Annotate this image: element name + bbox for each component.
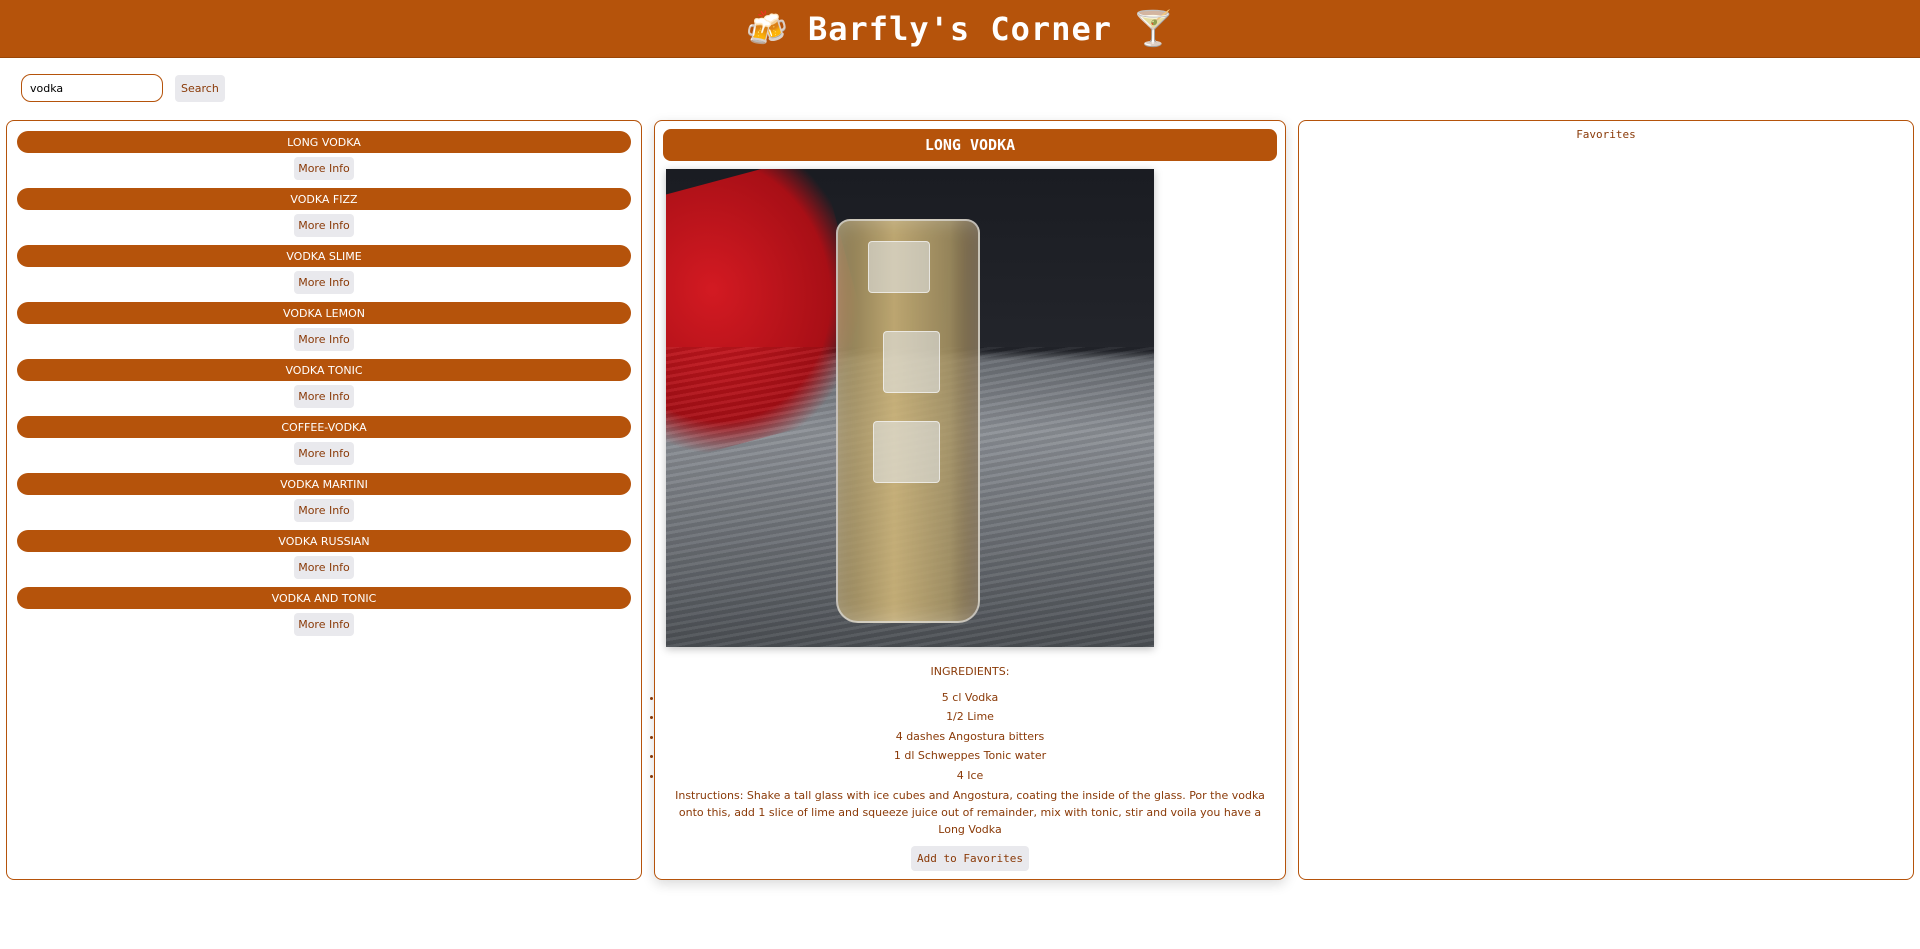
search-input[interactable] [21, 74, 163, 102]
photo-ice-cube [873, 421, 940, 484]
result-item: COFFEE-VODKA More Info [17, 416, 631, 465]
cocktail-glass-icon: 🍸 [1131, 8, 1175, 49]
more-info-button[interactable]: More Info [294, 613, 354, 636]
result-title: COFFEE-VODKA [17, 416, 631, 438]
ingredient-item: 5 cl Vodka [663, 688, 1277, 708]
ingredients-list: 5 cl Vodka 1/2 Lime 4 dashes Angostura b… [663, 688, 1277, 786]
photo-ice-cube [883, 331, 940, 394]
panels: LONG VODKA More Info VODKA FIZZ More Inf… [6, 120, 1914, 880]
instructions-text: Instructions: Shake a tall glass with ic… [675, 789, 1265, 836]
beer-mugs-icon: 🍻 [745, 8, 788, 49]
favorites-panel: Favorites [1298, 120, 1914, 880]
more-info-button[interactable]: More Info [294, 442, 354, 465]
app-title: Barfly's Corner [808, 9, 1112, 48]
more-info-button[interactable]: More Info [294, 328, 354, 351]
more-info-button[interactable]: More Info [294, 385, 354, 408]
result-title: LONG VODKA [17, 131, 631, 153]
ingredient-item: 4 dashes Angostura bitters [663, 727, 1277, 747]
result-title: VODKA AND TONIC [17, 587, 631, 609]
more-info-button[interactable]: More Info [294, 214, 354, 237]
drink-title: LONG VODKA [663, 129, 1277, 162]
result-title: VODKA MARTINI [17, 473, 631, 495]
search-button[interactable]: Search [175, 74, 225, 102]
search-bar: Search [0, 58, 1920, 118]
photo-ice-cube [868, 241, 930, 294]
result-title: VODKA RUSSIAN [17, 530, 631, 552]
favorites-title: Favorites [1576, 128, 1636, 141]
result-item: VODKA RUSSIAN More Info [17, 530, 631, 579]
result-title: VODKA LEMON [17, 302, 631, 324]
result-item: VODKA AND TONIC More Info [17, 587, 631, 636]
ingredient-item: 1/2 Lime [663, 707, 1277, 727]
ingredient-item: 1 dl Schweppes Tonic water [663, 746, 1277, 766]
result-title: VODKA FIZZ [17, 188, 631, 210]
result-item: VODKA LEMON More Info [17, 302, 631, 351]
results-panel: LONG VODKA More Info VODKA FIZZ More Inf… [6, 120, 642, 880]
result-item: VODKA SLIME More Info [17, 245, 631, 294]
result-title: VODKA SLIME [17, 245, 631, 267]
more-info-button[interactable]: More Info [294, 499, 354, 522]
more-info-button[interactable]: More Info [294, 271, 354, 294]
detail-panel: LONG VODKA INGREDIENTS: 5 cl Vodka 1/2 L… [654, 120, 1286, 880]
more-info-button[interactable]: More Info [294, 556, 354, 579]
ingredient-item: 4 Ice [663, 766, 1277, 786]
result-title: VODKA TONIC [17, 359, 631, 381]
drink-photo [666, 169, 1154, 647]
add-to-favorites-button[interactable]: Add to Favorites [911, 846, 1029, 871]
app-header: 🍻 Barfly's Corner 🍸 [0, 0, 1920, 58]
result-item: VODKA FIZZ More Info [17, 188, 631, 237]
result-item: LONG VODKA More Info [17, 131, 631, 180]
ingredients-label: INGREDIENTS: [930, 664, 1010, 678]
result-item: VODKA MARTINI More Info [17, 473, 631, 522]
more-info-button[interactable]: More Info [294, 157, 354, 180]
result-item: VODKA TONIC More Info [17, 359, 631, 408]
photo-glass [836, 219, 980, 624]
